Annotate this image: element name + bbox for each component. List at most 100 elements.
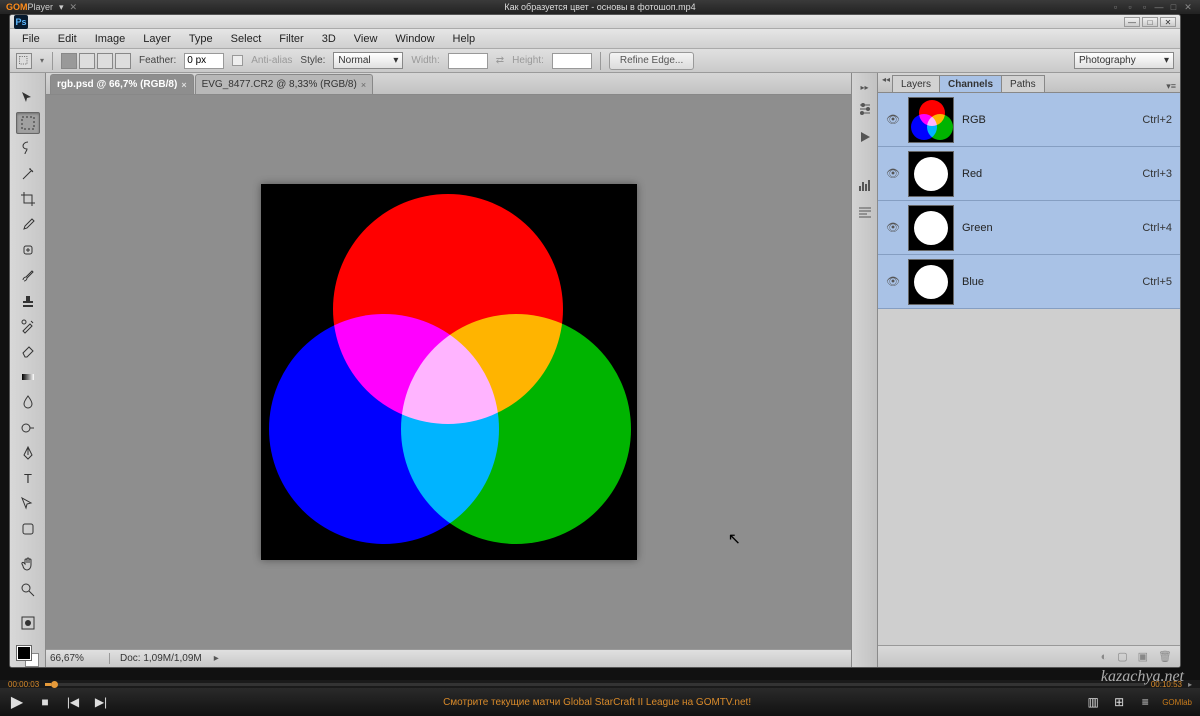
hand-tool[interactable] [16,554,40,575]
doc-tab-2[interactable]: EVG_8477.CR2 @ 8,33% (RGB/8)× [195,74,374,94]
menu-type[interactable]: Type [181,31,221,47]
channel-name: Blue [962,276,984,288]
shape-tool[interactable] [16,518,40,539]
channel-green[interactable]: 👁 Green Ctrl+4 [878,201,1180,255]
blue-circle [269,314,499,544]
close-icon[interactable]: × [181,80,186,90]
move-tool[interactable] [16,87,40,108]
eraser-tool[interactable] [16,341,40,362]
menu-3d[interactable]: 3D [314,31,344,47]
tab-layers[interactable]: Layers [892,75,940,92]
cursor-icon: ↖ [728,529,741,549]
paragraph-icon[interactable] [855,203,875,223]
eyedropper-tool[interactable] [16,214,40,235]
menu-layer[interactable]: Layer [135,31,179,47]
histogram-icon[interactable] [855,175,875,195]
gom-icon-2[interactable]: ⊞ [1110,695,1128,709]
menu-edit[interactable]: Edit [50,31,85,47]
selection-intersect-icon[interactable] [115,53,131,69]
visibility-icon[interactable]: 👁 [886,113,900,127]
canvas[interactable]: ↖ [46,95,851,649]
menu-window[interactable]: Window [387,31,442,47]
gom-icon-1[interactable]: ▥ [1084,695,1102,709]
menu-view[interactable]: View [346,31,386,47]
gradient-tool[interactable] [16,366,40,387]
menu-help[interactable]: Help [445,31,484,47]
visibility-icon[interactable]: 👁 [886,221,900,235]
gom-close[interactable]: ✕ [1182,2,1194,13]
lasso-tool[interactable] [16,138,40,159]
ps-minimize[interactable]: — [1124,17,1140,27]
gom-minimize[interactable]: — [1153,2,1165,12]
collapse-icon[interactable]: ◂◂ [882,75,890,84]
crop-tool[interactable] [16,189,40,210]
feather-input[interactable] [184,53,224,69]
zoom-value[interactable]: 66,67% [50,653,110,664]
wand-tool[interactable] [16,163,40,184]
seek-thumb[interactable] [51,681,58,688]
gom-maximize[interactable]: □ [1167,2,1179,12]
gom-dropdown-icon[interactable]: ▾ [59,2,64,13]
menu-file[interactable]: File [14,31,48,47]
stamp-tool[interactable] [16,290,40,311]
tab-channels[interactable]: Channels [939,75,1002,92]
dodge-tool[interactable] [16,417,40,438]
collapse-icon[interactable]: ▸▸ [853,83,877,91]
healing-tool[interactable] [16,239,40,260]
gom-btn-2[interactable]: ▫ [1124,2,1136,12]
prev-button[interactable]: |◀ [64,695,82,709]
pen-tool[interactable] [16,442,40,463]
new-channel-icon[interactable]: ▣ [1138,650,1148,663]
delete-icon[interactable]: 🗑 [1158,650,1172,663]
channel-blue[interactable]: 👁 Blue Ctrl+5 [878,255,1180,309]
brush-tool[interactable] [16,265,40,286]
gom-btn-3[interactable]: ▫ [1138,2,1150,12]
play-icon[interactable] [855,127,875,147]
workspace-select[interactable]: Photography▾ [1074,52,1174,69]
channel-thumb [908,259,954,305]
seek-track[interactable] [45,683,1145,686]
visibility-icon[interactable]: 👁 [886,167,900,181]
path-tool[interactable] [16,493,40,514]
doc-tab-1[interactable]: rgb.psd @ 66,7% (RGB/8)× [50,74,194,94]
adjustments-icon[interactable] [855,99,875,119]
selection-new-icon[interactable] [61,53,77,69]
play-button[interactable]: ▶ [8,692,26,712]
marquee-tool[interactable] [16,112,40,133]
ps-title-bar: Ps — □ ✕ [10,15,1180,29]
panel-tabs: ◂◂ Layers Channels Paths ▾≡ [878,73,1180,93]
channel-red[interactable]: 👁 Red Ctrl+3 [878,147,1180,201]
mask-icon[interactable]: ▢ [1117,650,1127,663]
menu-filter[interactable]: Filter [271,31,311,47]
ps-close[interactable]: ✕ [1160,17,1176,27]
save-selection-icon[interactable]: ◐ [1101,651,1108,663]
channel-rgb[interactable]: 👁 RGB Ctrl+2 [878,93,1180,147]
zoom-tool[interactable] [16,579,40,600]
menu-select[interactable]: Select [223,31,270,47]
style-select[interactable]: Normal▾ [333,52,403,69]
gom-btn-1[interactable]: ▫ [1109,2,1121,12]
history-brush-tool[interactable] [16,315,40,336]
status-arrow-icon[interactable]: ▸ [214,653,219,664]
color-swatches[interactable] [17,646,39,667]
selection-subtract-icon[interactable] [97,53,113,69]
type-tool[interactable]: T [16,468,40,489]
tool-preset-icon[interactable] [16,53,32,69]
tab-paths[interactable]: Paths [1001,75,1045,92]
selection-mode-icons[interactable] [61,53,131,69]
panel-menu-icon[interactable]: ▾≡ [1166,81,1176,92]
next-button[interactable]: ▶| [92,695,110,709]
foreground-color[interactable] [17,646,31,660]
menu-image[interactable]: Image [87,31,134,47]
selection-add-icon[interactable] [79,53,95,69]
refine-edge-button[interactable]: Refine Edge... [609,52,694,70]
stop-button[interactable]: ■ [36,695,54,709]
photoshop-window: Ps — □ ✕ File Edit Image Layer Type Sele… [9,14,1181,668]
ps-maximize[interactable]: □ [1142,17,1158,27]
gom-icon-3[interactable]: ≡ [1136,695,1154,709]
blur-tool[interactable] [16,392,40,413]
gom-x-icon[interactable]: ✕ [70,2,78,13]
visibility-icon[interactable]: 👁 [886,275,900,289]
close-icon[interactable]: × [361,80,366,90]
mask-mode-icon[interactable] [16,612,40,633]
